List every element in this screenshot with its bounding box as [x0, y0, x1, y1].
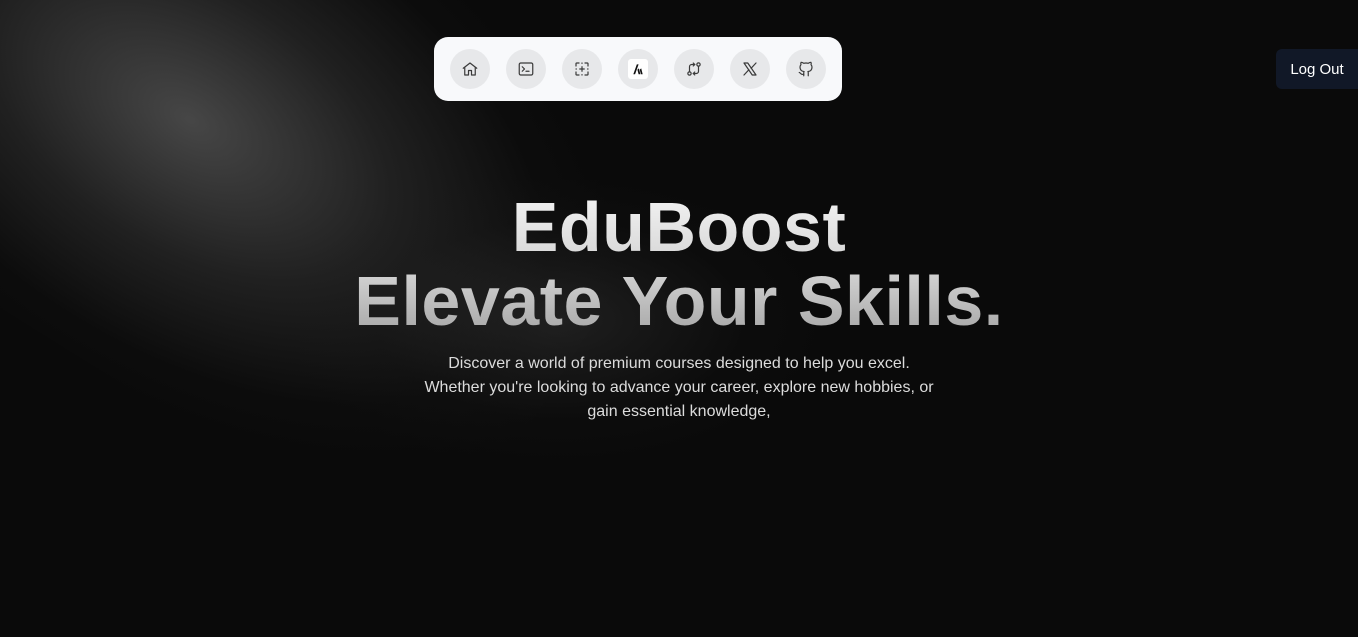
brand-logo-icon [628, 59, 648, 79]
hero-title-line1: EduBoost [0, 190, 1358, 264]
hero-description-line3: gain essential knowledge, [587, 403, 771, 420]
home-button[interactable] [450, 49, 490, 89]
terminal-button[interactable] [506, 49, 546, 89]
x-twitter-icon [743, 62, 757, 76]
add-frame-button[interactable] [562, 49, 602, 89]
x-twitter-button[interactable] [730, 49, 770, 89]
hero-description: Discover a world of premium courses desi… [419, 352, 939, 424]
github-button[interactable] [786, 49, 826, 89]
page-background: Log Out EduBoost Elevate Your Skills. Di… [0, 0, 1358, 637]
hero-title-line2: Elevate Your Skills. [0, 264, 1358, 338]
compare-button[interactable] [674, 49, 714, 89]
add-frame-icon [575, 62, 589, 76]
brand-button[interactable] [618, 49, 658, 89]
hero-description-line1: Discover a world of premium courses desi… [448, 355, 910, 372]
home-icon [462, 62, 478, 76]
hero-title: EduBoost Elevate Your Skills. [0, 190, 1358, 338]
terminal-icon [518, 62, 534, 76]
hero-description-line2: Whether you're looking to advance your c… [424, 379, 934, 396]
floating-dock [434, 37, 842, 101]
logout-button[interactable]: Log Out [1276, 49, 1358, 89]
git-compare-icon [687, 62, 701, 76]
github-icon [798, 61, 813, 77]
